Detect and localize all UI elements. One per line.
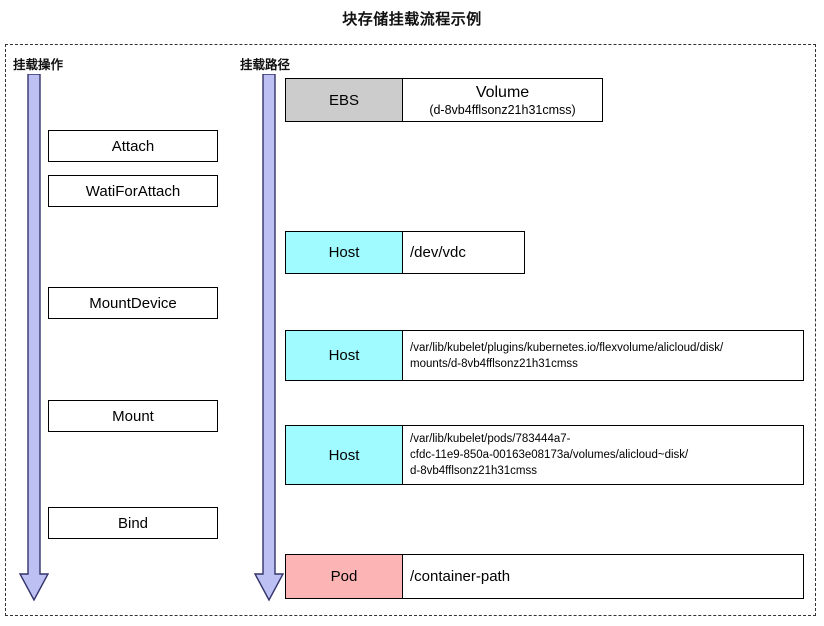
operation-step-label: Mount — [112, 407, 154, 425]
device-path: /dev/vdc — [410, 244, 466, 261]
operation-step-label: Attach — [111, 137, 155, 155]
path-row-pod-container[interactable]: Pod /container-path — [285, 554, 804, 599]
path-row-host-global-mount[interactable]: Host /var/lib/kubelet/plugins/kubernetes… — [285, 330, 804, 381]
operation-step-attach[interactable]: Attach — [48, 130, 218, 162]
path-row-label-host: Host — [286, 331, 403, 380]
page-title: 块存储挂载流程示例 — [342, 11, 482, 28]
operation-step-watiforattach[interactable]: WatiForAttach — [48, 175, 218, 207]
pod-volume-path-line-3: d-8vb4fflsonz21h31cmss — [410, 465, 537, 477]
path-row-label-ebs: EBS — [286, 79, 403, 121]
path-row-label-host: Host — [286, 232, 403, 273]
down-arrow-icon-operation — [18, 74, 50, 602]
pod-volume-path-line-1: /var/lib/kubelet/pods/783444a7- — [410, 433, 571, 445]
path-row-host-pod-volume[interactable]: Host /var/lib/kubelet/pods/783444a7- cfd… — [285, 425, 804, 485]
operation-step-label: WatiForAttach — [85, 182, 181, 200]
global-mount-path-line-2: mounts/d-8vb4fflsonz21h31cmss — [410, 357, 578, 370]
operation-step-label: MountDevice — [89, 294, 177, 312]
volume-name: Volume — [475, 83, 530, 101]
volume-id: (d-8vb4fflsonz21h31cmss) — [429, 102, 576, 117]
path-row-value-ebs: Volume (d-8vb4fflsonz21h31cmss) — [403, 79, 602, 121]
lane-caption-path: 挂载路径 — [240, 58, 291, 72]
path-row-value-host-global-mount: /var/lib/kubelet/plugins/kubernetes.io/f… — [403, 331, 803, 380]
down-arrow-icon-path — [253, 74, 285, 602]
path-row-value-host-device: /dev/vdc — [403, 232, 524, 273]
path-row-label-host: Host — [286, 426, 403, 484]
lane-caption-operation: 挂载操作 — [13, 58, 64, 72]
operation-step-label: Bind — [117, 514, 149, 532]
path-row-value-host-pod-volume: /var/lib/kubelet/pods/783444a7- cfdc-11e… — [403, 426, 803, 484]
operation-step-bind[interactable]: Bind — [48, 507, 218, 539]
path-row-label-pod: Pod — [286, 555, 403, 598]
operation-step-mountdevice[interactable]: MountDevice — [48, 287, 218, 319]
path-row-host-device[interactable]: Host /dev/vdc — [285, 231, 525, 274]
path-row-value-pod-container: /container-path — [403, 555, 803, 598]
container-path: /container-path — [410, 568, 511, 585]
global-mount-path-line-1: /var/lib/kubelet/plugins/kubernetes.io/f… — [410, 341, 724, 354]
pod-volume-path-line-2: cfdc-11e9-850a-00163e08173a/volumes/alic… — [410, 449, 689, 461]
operation-step-mount[interactable]: Mount — [48, 400, 218, 432]
path-row-ebs[interactable]: EBS Volume (d-8vb4fflsonz21h31cmss) — [285, 78, 603, 122]
